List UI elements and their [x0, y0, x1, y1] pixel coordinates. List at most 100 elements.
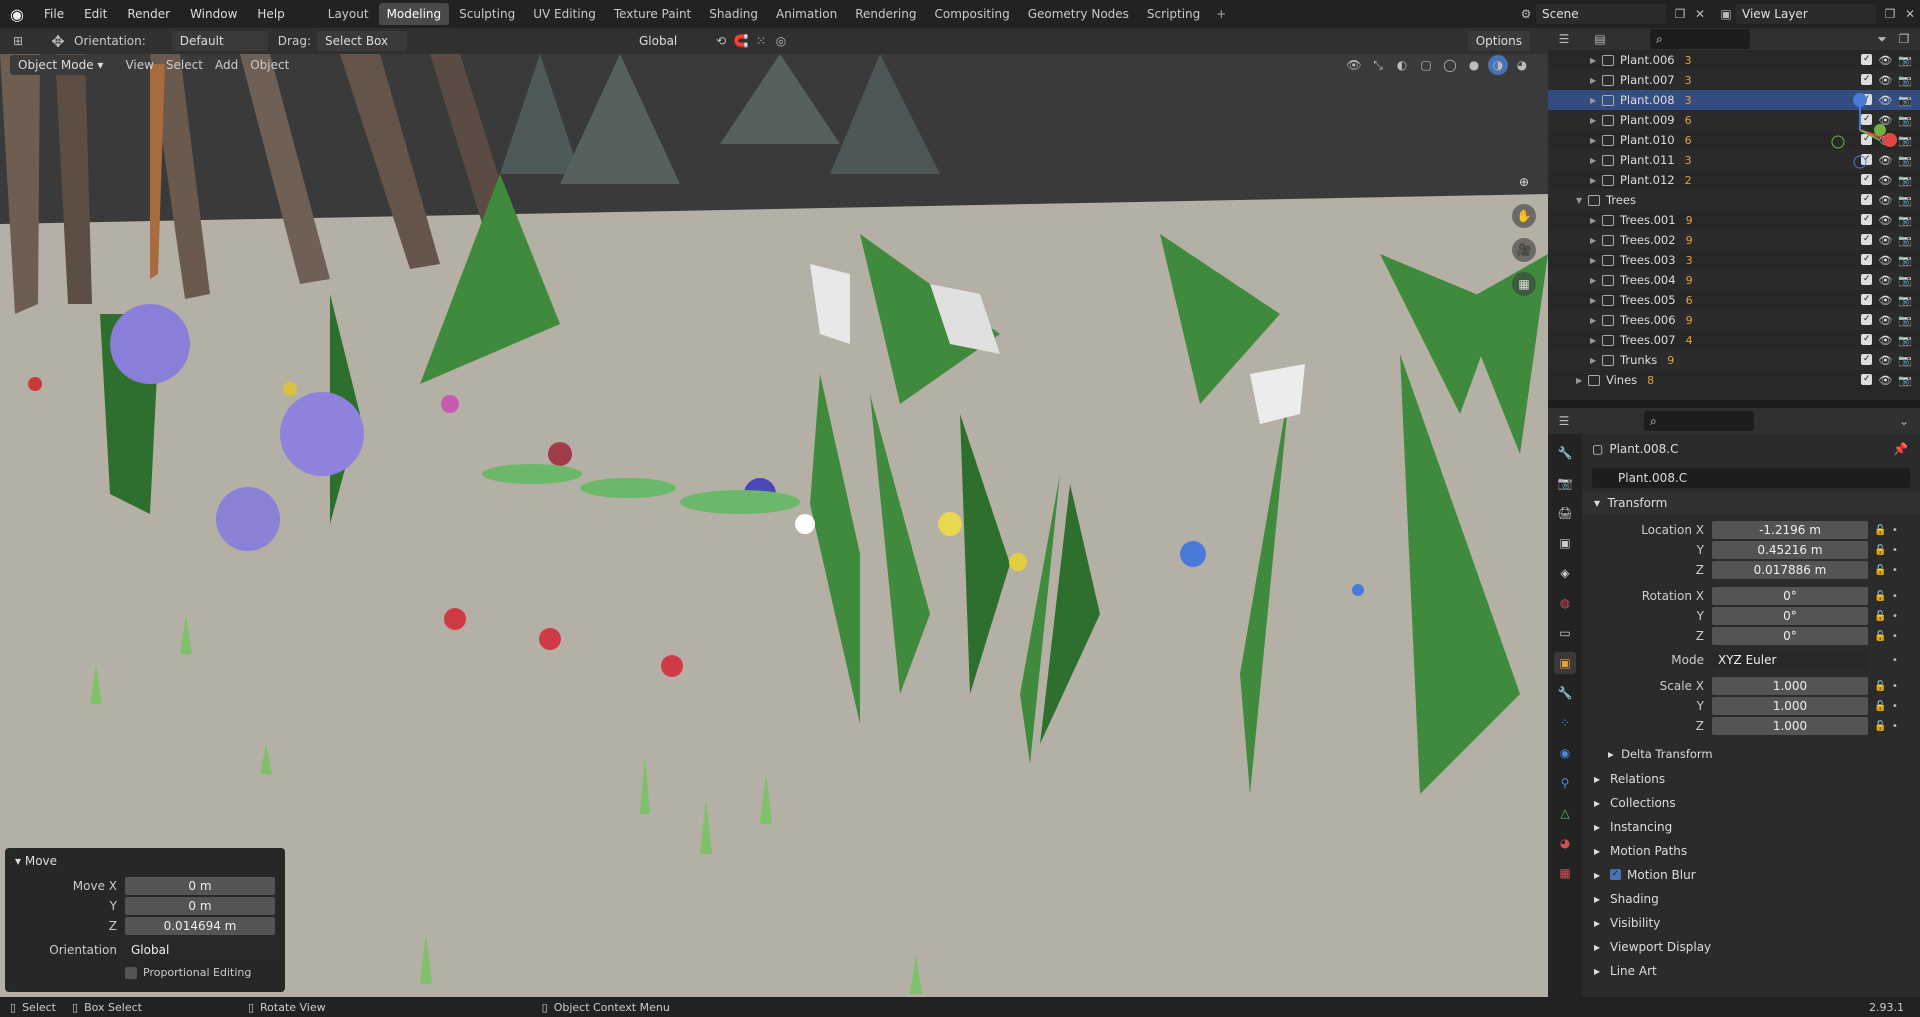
tab-shading[interactable]: Shading — [701, 3, 766, 25]
snap-icon[interactable]: 🧲 — [731, 31, 751, 51]
view-layer-icon[interactable]: ▣ — [1716, 4, 1736, 24]
expand-arrow-icon[interactable]: ▶ — [1576, 376, 1588, 385]
pivot-point-icon[interactable]: ⟲ — [711, 31, 731, 51]
lock-icon[interactable]: 🔓 — [1874, 701, 1888, 712]
render-camera-icon[interactable]: 📷 — [1898, 54, 1912, 67]
object-row[interactable]: ▶ Trees.003 3 ✓ 👁 📷 — [1548, 250, 1920, 270]
keyframe-dot-icon[interactable]: • — [1892, 545, 1898, 556]
overlay-icon[interactable]: ◐ — [1392, 55, 1412, 75]
properties-options-icon[interactable]: ⌄ — [1894, 411, 1914, 431]
modifier-icon[interactable]: 9 — [1686, 314, 1693, 327]
data-tab-icon[interactable]: △ — [1554, 802, 1576, 824]
object-row[interactable]: ▶ Trees.004 9 ✓ 👁 📷 — [1548, 270, 1920, 290]
modifier-icon[interactable]: 3 — [1685, 74, 1692, 87]
modifier-icon[interactable]: 6 — [1686, 294, 1693, 307]
modifier-icon[interactable]: 6 — [1685, 114, 1692, 127]
object-name-field[interactable]: Plant.008.C — [1592, 468, 1910, 488]
texture-tab-icon[interactable]: ▦ — [1554, 862, 1576, 884]
keyframe-dot-icon[interactable]: • — [1892, 655, 1898, 666]
scale-y-field[interactable]: 1.000 — [1712, 697, 1868, 715]
scale-x-field[interactable]: 1.000 — [1712, 677, 1868, 695]
modifier-icon[interactable]: 6 — [1685, 134, 1692, 147]
tab-geometry-nodes[interactable]: Geometry Nodes — [1020, 3, 1137, 25]
keyframe-dot-icon[interactable]: • — [1892, 565, 1898, 576]
lock-icon[interactable]: 🔓 — [1874, 565, 1888, 576]
expand-arrow-icon[interactable]: ▶ — [1590, 96, 1602, 105]
expand-arrow-icon[interactable]: ▶ — [1590, 256, 1602, 265]
collection-row[interactable]: ▶ Vines 8 ✓ 👁 📷 — [1548, 370, 1920, 390]
location-y-field[interactable]: 0.45216 m — [1712, 541, 1868, 559]
object-row[interactable]: ▶ Trees.005 6 ✓ 👁 📷 — [1548, 290, 1920, 310]
rotation-z-field[interactable]: 0° — [1712, 627, 1868, 645]
camera-icon[interactable]: 🎥 — [1512, 238, 1536, 262]
modifier-icon[interactable]: 3 — [1686, 254, 1693, 267]
rotation-y-field[interactable]: 0° — [1712, 607, 1868, 625]
panel-collections[interactable]: ▸ Collections — [1582, 790, 1920, 814]
exclude-checkbox[interactable]: ✓ — [1861, 333, 1873, 345]
exclude-checkbox[interactable]: ✓ — [1861, 53, 1873, 65]
material-tab-icon[interactable]: ◕ — [1554, 832, 1576, 854]
transform-panel-header[interactable]: ▾ Transform — [1582, 492, 1920, 514]
new-scene-icon[interactable]: ❐ — [1670, 4, 1690, 24]
render-camera-icon[interactable]: 📷 — [1898, 334, 1912, 347]
eye-icon[interactable]: 👁 — [1878, 354, 1892, 367]
modifier-icon[interactable]: 9 — [1686, 214, 1693, 227]
navigation-gizmo[interactable] — [1820, 90, 1900, 170]
eye-icon[interactable]: 👁 — [1878, 274, 1892, 287]
material-preview-icon[interactable]: ◑ — [1488, 55, 1508, 75]
location-x-field[interactable]: -1.2196 m — [1712, 521, 1868, 539]
object-row[interactable]: ▶ Plant.012 2 ✓ 👁 📷 — [1548, 170, 1920, 190]
panel-viewport-display[interactable]: ▸ Viewport Display — [1582, 934, 1920, 958]
scene-icon[interactable]: ⚙ — [1516, 4, 1536, 24]
world-tab-icon[interactable]: ◍ — [1554, 592, 1576, 614]
outliner-search-input[interactable]: ⌕ — [1650, 29, 1750, 49]
gizmo-icon[interactable]: ⤡ — [1368, 55, 1388, 75]
move-x-field[interactable]: 0 m — [125, 877, 275, 895]
eye-icon[interactable]: 👁 — [1878, 334, 1892, 347]
filter-icon[interactable]: ⏷ — [1872, 29, 1892, 49]
menu-add[interactable]: Add — [215, 58, 238, 72]
drag-dropdown[interactable]: Select Box — [316, 31, 407, 51]
keyframe-dot-icon[interactable]: • — [1892, 631, 1898, 642]
orientation-select[interactable]: Global — [125, 941, 275, 959]
render-camera-icon[interactable]: 📷 — [1898, 214, 1912, 227]
exclude-checkbox[interactable]: ✓ — [1861, 253, 1873, 265]
expand-arrow-icon[interactable]: ▶ — [1590, 136, 1602, 145]
particles-tab-icon[interactable]: ⁘ — [1554, 712, 1576, 734]
tab-sculpting[interactable]: Sculpting — [451, 3, 523, 25]
view-layer-tab-icon[interactable]: ▣ — [1554, 532, 1576, 554]
eye-icon[interactable]: 👁 — [1878, 294, 1892, 307]
scene-field[interactable]: Scene — [1536, 4, 1666, 24]
lock-icon[interactable]: 🔓 — [1874, 611, 1888, 622]
expand-arrow-icon[interactable]: ▶ — [1590, 76, 1602, 85]
rotation-x-field[interactable]: 0° — [1712, 587, 1868, 605]
tool-tab-icon[interactable]: 🔧 — [1554, 442, 1576, 464]
add-workspace-icon[interactable]: + — [1210, 3, 1232, 25]
menu-view[interactable]: View — [125, 58, 153, 72]
lock-icon[interactable]: 🔓 — [1874, 721, 1888, 732]
keyframe-dot-icon[interactable]: • — [1892, 681, 1898, 692]
outliner-editor-icon[interactable]: ☰ — [1554, 29, 1574, 49]
exclude-checkbox[interactable]: ✓ — [1861, 73, 1873, 85]
zoom-icon[interactable]: ⊕ — [1512, 170, 1536, 194]
collection-tab-icon[interactable]: ▭ — [1554, 622, 1576, 644]
object-row[interactable]: ▶ Trees.007 4 ✓ 👁 📷 — [1548, 330, 1920, 350]
delta-transform-subpanel[interactable]: ▸ Delta Transform — [1582, 742, 1920, 766]
object-row[interactable]: ▶ Trees.001 9 ✓ 👁 📷 — [1548, 210, 1920, 230]
render-camera-icon[interactable]: 📷 — [1898, 134, 1912, 147]
panel-visibility[interactable]: ▸ Visibility — [1582, 910, 1920, 934]
constraints-tab-icon[interactable]: ⚲ — [1554, 772, 1576, 794]
tab-texture-paint[interactable]: Texture Paint — [606, 3, 699, 25]
expand-arrow-icon[interactable]: ▼ — [1576, 196, 1588, 205]
exclude-checkbox[interactable]: ✓ — [1861, 313, 1873, 325]
rotation-mode-select[interactable]: XYZ Euler — [1712, 651, 1868, 669]
editor-type-icon[interactable]: ⊞ — [8, 31, 28, 51]
location-z-field[interactable]: 0.017886 m — [1712, 561, 1868, 579]
new-view-layer-icon[interactable]: ❐ — [1880, 4, 1900, 24]
tab-compositing[interactable]: Compositing — [926, 3, 1017, 25]
pin-icon[interactable]: 📌 — [1893, 442, 1908, 456]
render-camera-icon[interactable]: 📷 — [1898, 234, 1912, 247]
panel-motion-blur[interactable]: ▸ ✓ Motion Blur — [1582, 862, 1920, 886]
modifier-tab-icon[interactable]: 🔧 — [1554, 682, 1576, 704]
exclude-checkbox[interactable]: ✓ — [1861, 293, 1873, 305]
